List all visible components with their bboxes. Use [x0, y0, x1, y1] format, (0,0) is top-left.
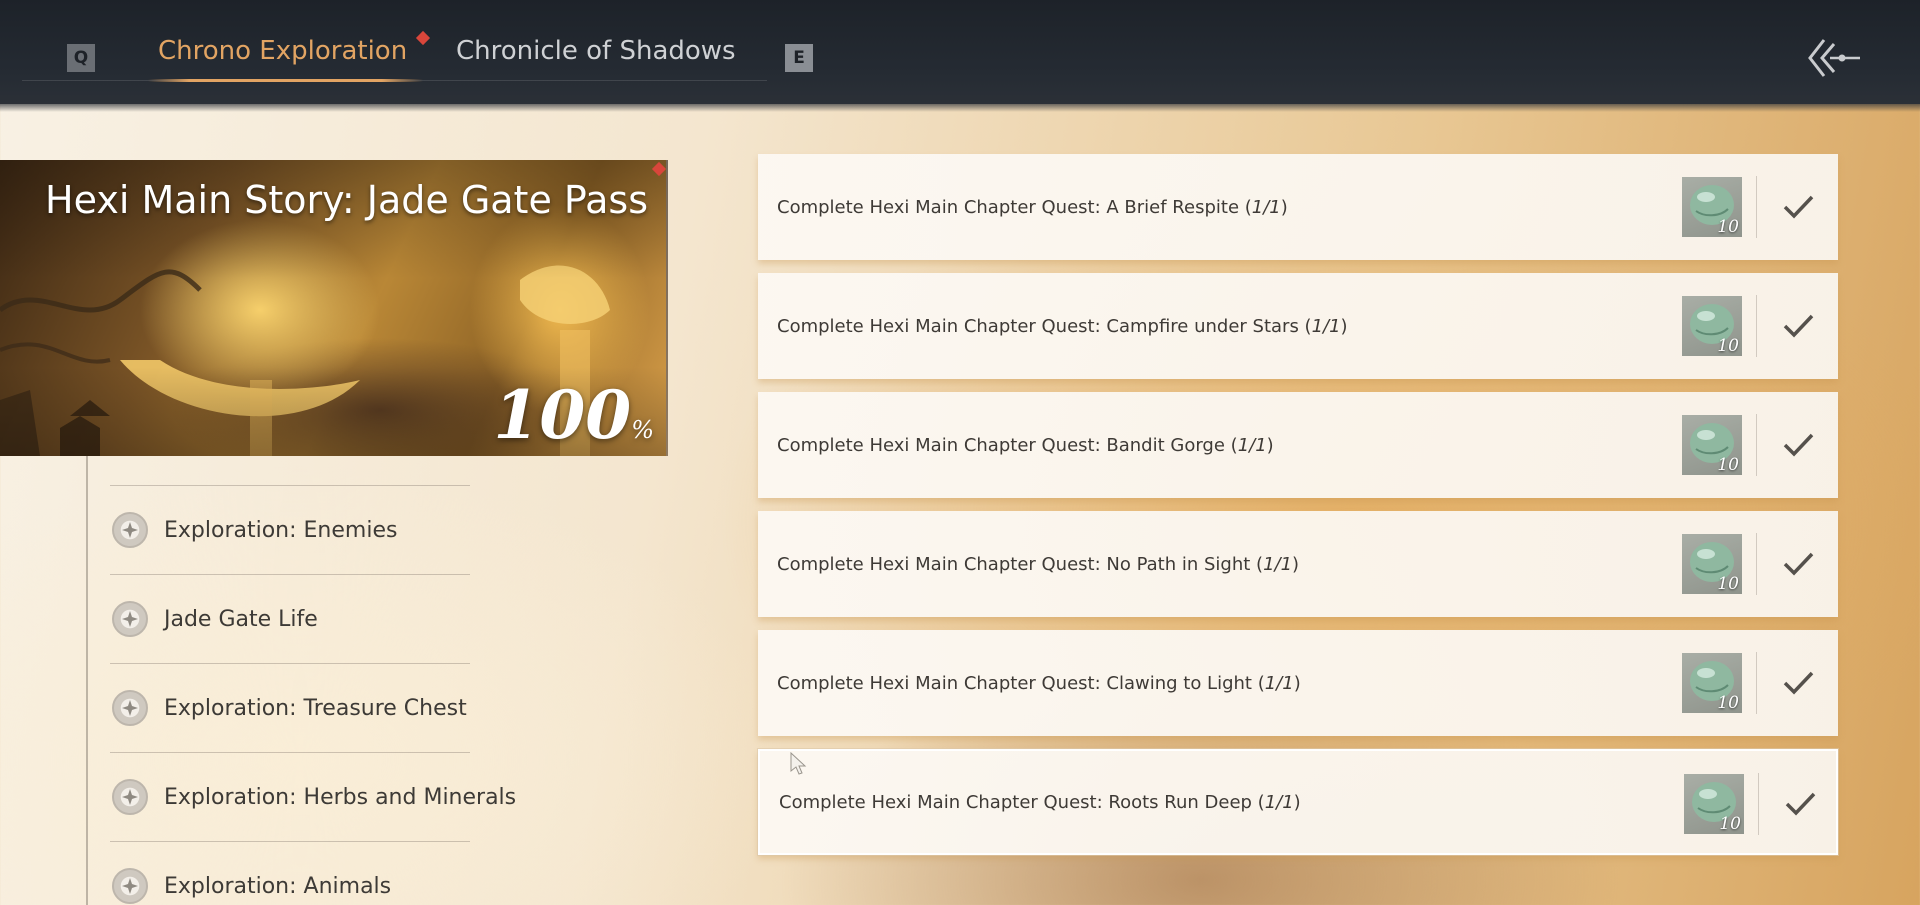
category-item[interactable]: Jade Gate Life: [110, 574, 470, 663]
quest-title: Complete Hexi Main Chapter Quest: Roots …: [779, 791, 1252, 813]
tab-chronicle-of-shadows[interactable]: Chronicle of Shadows: [456, 36, 736, 76]
card-divider: [1756, 414, 1757, 476]
reward-count: 10: [1719, 814, 1741, 834]
claimed-check-icon: [1780, 665, 1816, 701]
category-label: Exploration: Treasure Chest: [164, 695, 467, 721]
reward-count: 10: [1717, 574, 1739, 594]
category-label: Jade Gate Life: [164, 606, 318, 632]
category-label: Exploration: Herbs and Minerals: [164, 784, 517, 810]
back-arrow-icon: [1808, 39, 1860, 77]
tab-chrono-exploration[interactable]: Chrono Exploration: [158, 36, 407, 76]
prev-tab-key-hint[interactable]: Q: [67, 44, 95, 72]
claimed-check-icon: [1780, 427, 1816, 463]
quest-card[interactable]: Complete Hexi Main Chapter Quest: A Brie…: [758, 154, 1838, 260]
quest-description: Complete Hexi Main Chapter Quest: Roots …: [779, 791, 1301, 813]
compass-icon: [112, 868, 148, 904]
quest-card[interactable]: Complete Hexi Main Chapter Quest: Clawin…: [758, 630, 1838, 736]
card-divider: [1756, 533, 1757, 595]
mouse-cursor-icon: [790, 752, 807, 775]
category-item[interactable]: Exploration: Animals: [110, 841, 470, 905]
reward-count: 10: [1717, 693, 1739, 713]
compass-icon: [112, 690, 148, 726]
claimed-check-icon: [1780, 308, 1816, 344]
claimed-check-icon: [1782, 786, 1818, 822]
reward-count: 10: [1717, 217, 1739, 237]
quest-card-selected[interactable]: Complete Hexi Main Chapter Quest: Roots …: [758, 749, 1838, 855]
claimed-check-icon: [1780, 546, 1816, 582]
reward-count: 10: [1717, 455, 1739, 475]
quest-card[interactable]: Complete Hexi Main Chapter Quest: Bandit…: [758, 392, 1838, 498]
category-label: Exploration: Animals: [164, 873, 392, 899]
completion-unit: %: [631, 416, 654, 444]
category-item[interactable]: Exploration: Herbs and Minerals: [110, 752, 516, 841]
completion-value: 100: [493, 376, 632, 454]
category-item[interactable]: Exploration: Treasure Chest: [110, 663, 470, 752]
category-item[interactable]: Exploration: Enemies: [110, 485, 470, 574]
quest-description: Complete Hexi Main Chapter Quest: A Brie…: [777, 196, 1288, 218]
next-tab-key-hint[interactable]: E: [785, 44, 813, 72]
quest-title: Complete Hexi Main Chapter Quest: A Brie…: [777, 196, 1240, 218]
top-bar: Q Chrono Exploration Chronicle of Shadow…: [0, 0, 1920, 112]
quest-card[interactable]: Complete Hexi Main Chapter Quest: Campfi…: [758, 273, 1838, 379]
card-divider: [1758, 773, 1759, 835]
notification-dot: [415, 30, 431, 46]
quest-progress: 1/1: [1311, 315, 1341, 337]
chapter-title: Hexi Main Story: Jade Gate Pass: [45, 178, 648, 222]
category-list: Exploration: Enemies Jade Gate Life Expl…: [110, 485, 516, 905]
reward-slot[interactable]: 10: [1682, 296, 1742, 356]
compass-icon: [112, 512, 148, 548]
quest-progress: 1/1: [1263, 553, 1293, 575]
quest-title: Complete Hexi Main Chapter Quest: No Pat…: [777, 553, 1251, 575]
category-label: Exploration: Enemies: [164, 517, 398, 543]
quest-title: Complete Hexi Main Chapter Quest: Clawin…: [777, 672, 1252, 694]
compass-icon: [112, 601, 148, 637]
quest-description: Complete Hexi Main Chapter Quest: Campfi…: [777, 315, 1348, 337]
reward-slot[interactable]: 10: [1682, 653, 1742, 713]
active-tab-underline: [148, 79, 423, 82]
quest-list: Complete Hexi Main Chapter Quest: A Brie…: [758, 154, 1838, 868]
reward-slot[interactable]: 10: [1684, 774, 1744, 834]
quest-title: Complete Hexi Main Chapter Quest: Campfi…: [777, 315, 1299, 337]
reward-slot[interactable]: 10: [1682, 177, 1742, 237]
quest-card[interactable]: Complete Hexi Main Chapter Quest: No Pat…: [758, 511, 1838, 617]
chapter-banner: Hexi Main Story: Jade Gate Pass 100%: [0, 160, 668, 456]
quest-progress: 1/1: [1237, 434, 1267, 456]
card-divider: [1756, 652, 1757, 714]
compass-icon: [112, 779, 148, 815]
reward-slot[interactable]: 10: [1682, 534, 1742, 594]
quest-description: Complete Hexi Main Chapter Quest: Bandit…: [777, 434, 1274, 456]
category-rail: [86, 456, 88, 905]
quest-progress: 1/1: [1251, 196, 1281, 218]
back-button[interactable]: [1806, 36, 1862, 80]
reward-count: 10: [1717, 336, 1739, 356]
card-divider: [1756, 295, 1757, 357]
quest-title: Complete Hexi Main Chapter Quest: Bandit…: [777, 434, 1225, 456]
reward-slot[interactable]: 10: [1682, 415, 1742, 475]
quest-description: Complete Hexi Main Chapter Quest: Clawin…: [777, 672, 1301, 694]
quest-description: Complete Hexi Main Chapter Quest: No Pat…: [777, 553, 1300, 575]
quest-progress: 1/1: [1264, 672, 1294, 694]
claimed-check-icon: [1780, 189, 1816, 225]
card-divider: [1756, 176, 1757, 238]
quest-progress: 1/1: [1264, 791, 1294, 813]
completion-percent: 100%: [493, 376, 654, 454]
